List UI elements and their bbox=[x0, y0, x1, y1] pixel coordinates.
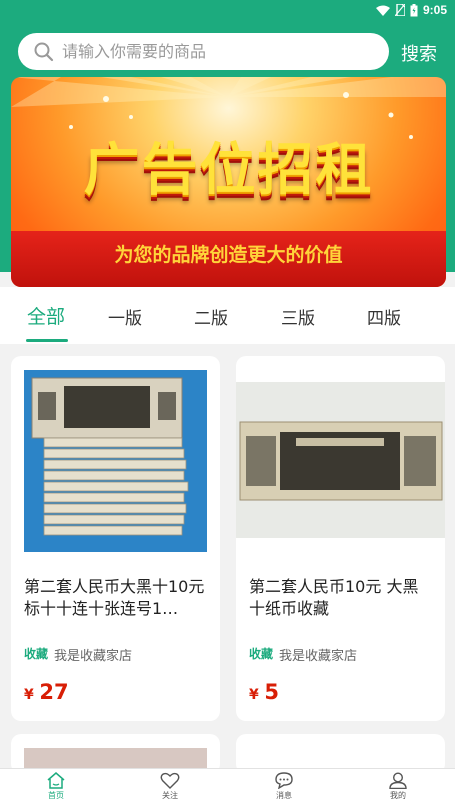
product-card[interactable]: 第二套人民币大黑十10元标十十连十张连号1… 收藏 我是收藏家店 ¥ 27 bbox=[11, 356, 220, 721]
banner-title: 广告位招租 bbox=[83, 138, 374, 203]
price-value: 27 bbox=[39, 680, 69, 704]
tab-version-4[interactable]: 四版 bbox=[367, 304, 401, 329]
category-tabs: 全部 一版 二版 三版 四版 bbox=[0, 287, 455, 344]
product-title: 第二套人民币10元 大黑十纸币收藏 bbox=[249, 577, 419, 618]
search-button[interactable]: 搜索 bbox=[401, 40, 437, 66]
battery-icon bbox=[410, 3, 418, 16]
shop-name[interactable]: 我是收藏家店 bbox=[279, 645, 357, 664]
nav-profile-label: 我的 bbox=[390, 791, 406, 800]
product-shop: 收藏 我是收藏家店 bbox=[24, 645, 132, 664]
product-price: ¥ 27 bbox=[24, 680, 69, 704]
status-time: 9:05 bbox=[422, 3, 447, 17]
product-image bbox=[236, 382, 445, 538]
product-price: ¥ 5 bbox=[249, 680, 279, 704]
wifi-icon bbox=[375, 5, 390, 16]
currency-symbol: ¥ bbox=[24, 687, 34, 703]
nav-home[interactable]: 首页 bbox=[26, 772, 86, 801]
product-card[interactable]: 第二套人民币10元 大黑十纸币收藏 收藏 我是收藏家店 ¥ 5 bbox=[236, 356, 445, 721]
tab-version-1[interactable]: 一版 bbox=[108, 304, 142, 329]
ad-banner[interactable]: 广告位招租 为您的品牌创造更大的价值 bbox=[11, 77, 446, 287]
product-tag: 收藏 bbox=[249, 647, 274, 661]
nav-home-label: 首页 bbox=[48, 791, 64, 800]
nav-profile[interactable]: 我的 bbox=[368, 772, 428, 801]
search-icon bbox=[34, 42, 54, 61]
bottom-navigation: 首页 关注 消息 我的 bbox=[0, 768, 455, 808]
tab-version-2[interactable]: 二版 bbox=[194, 304, 228, 329]
product-title: 第二套人民币大黑十10元标十十连十张连号1… bbox=[24, 577, 205, 618]
user-icon bbox=[389, 772, 407, 789]
product-shop: 收藏 我是收藏家店 bbox=[249, 645, 357, 664]
sim-icon bbox=[394, 4, 405, 16]
price-value: 5 bbox=[264, 680, 279, 704]
nav-follow[interactable]: 关注 bbox=[140, 772, 200, 801]
tab-version-3[interactable]: 三版 bbox=[281, 304, 315, 329]
currency-symbol: ¥ bbox=[249, 687, 259, 703]
tab-all[interactable]: 全部 bbox=[27, 302, 65, 329]
message-icon bbox=[275, 772, 293, 789]
shop-name[interactable]: 我是收藏家店 bbox=[54, 645, 132, 664]
search-input[interactable] bbox=[62, 42, 362, 61]
nav-messages-label: 消息 bbox=[276, 791, 292, 800]
search-box[interactable] bbox=[18, 33, 389, 70]
active-tab-indicator bbox=[26, 339, 68, 342]
banner-subtitle: 为您的品牌创造更大的价值 bbox=[114, 244, 343, 266]
nav-follow-label: 关注 bbox=[162, 791, 178, 800]
heart-icon bbox=[160, 772, 180, 789]
nav-messages[interactable]: 消息 bbox=[254, 772, 314, 801]
product-tag: 收藏 bbox=[24, 647, 49, 661]
status-bar: 9:05 bbox=[0, 0, 455, 20]
product-image bbox=[24, 370, 207, 552]
home-icon bbox=[47, 772, 65, 789]
